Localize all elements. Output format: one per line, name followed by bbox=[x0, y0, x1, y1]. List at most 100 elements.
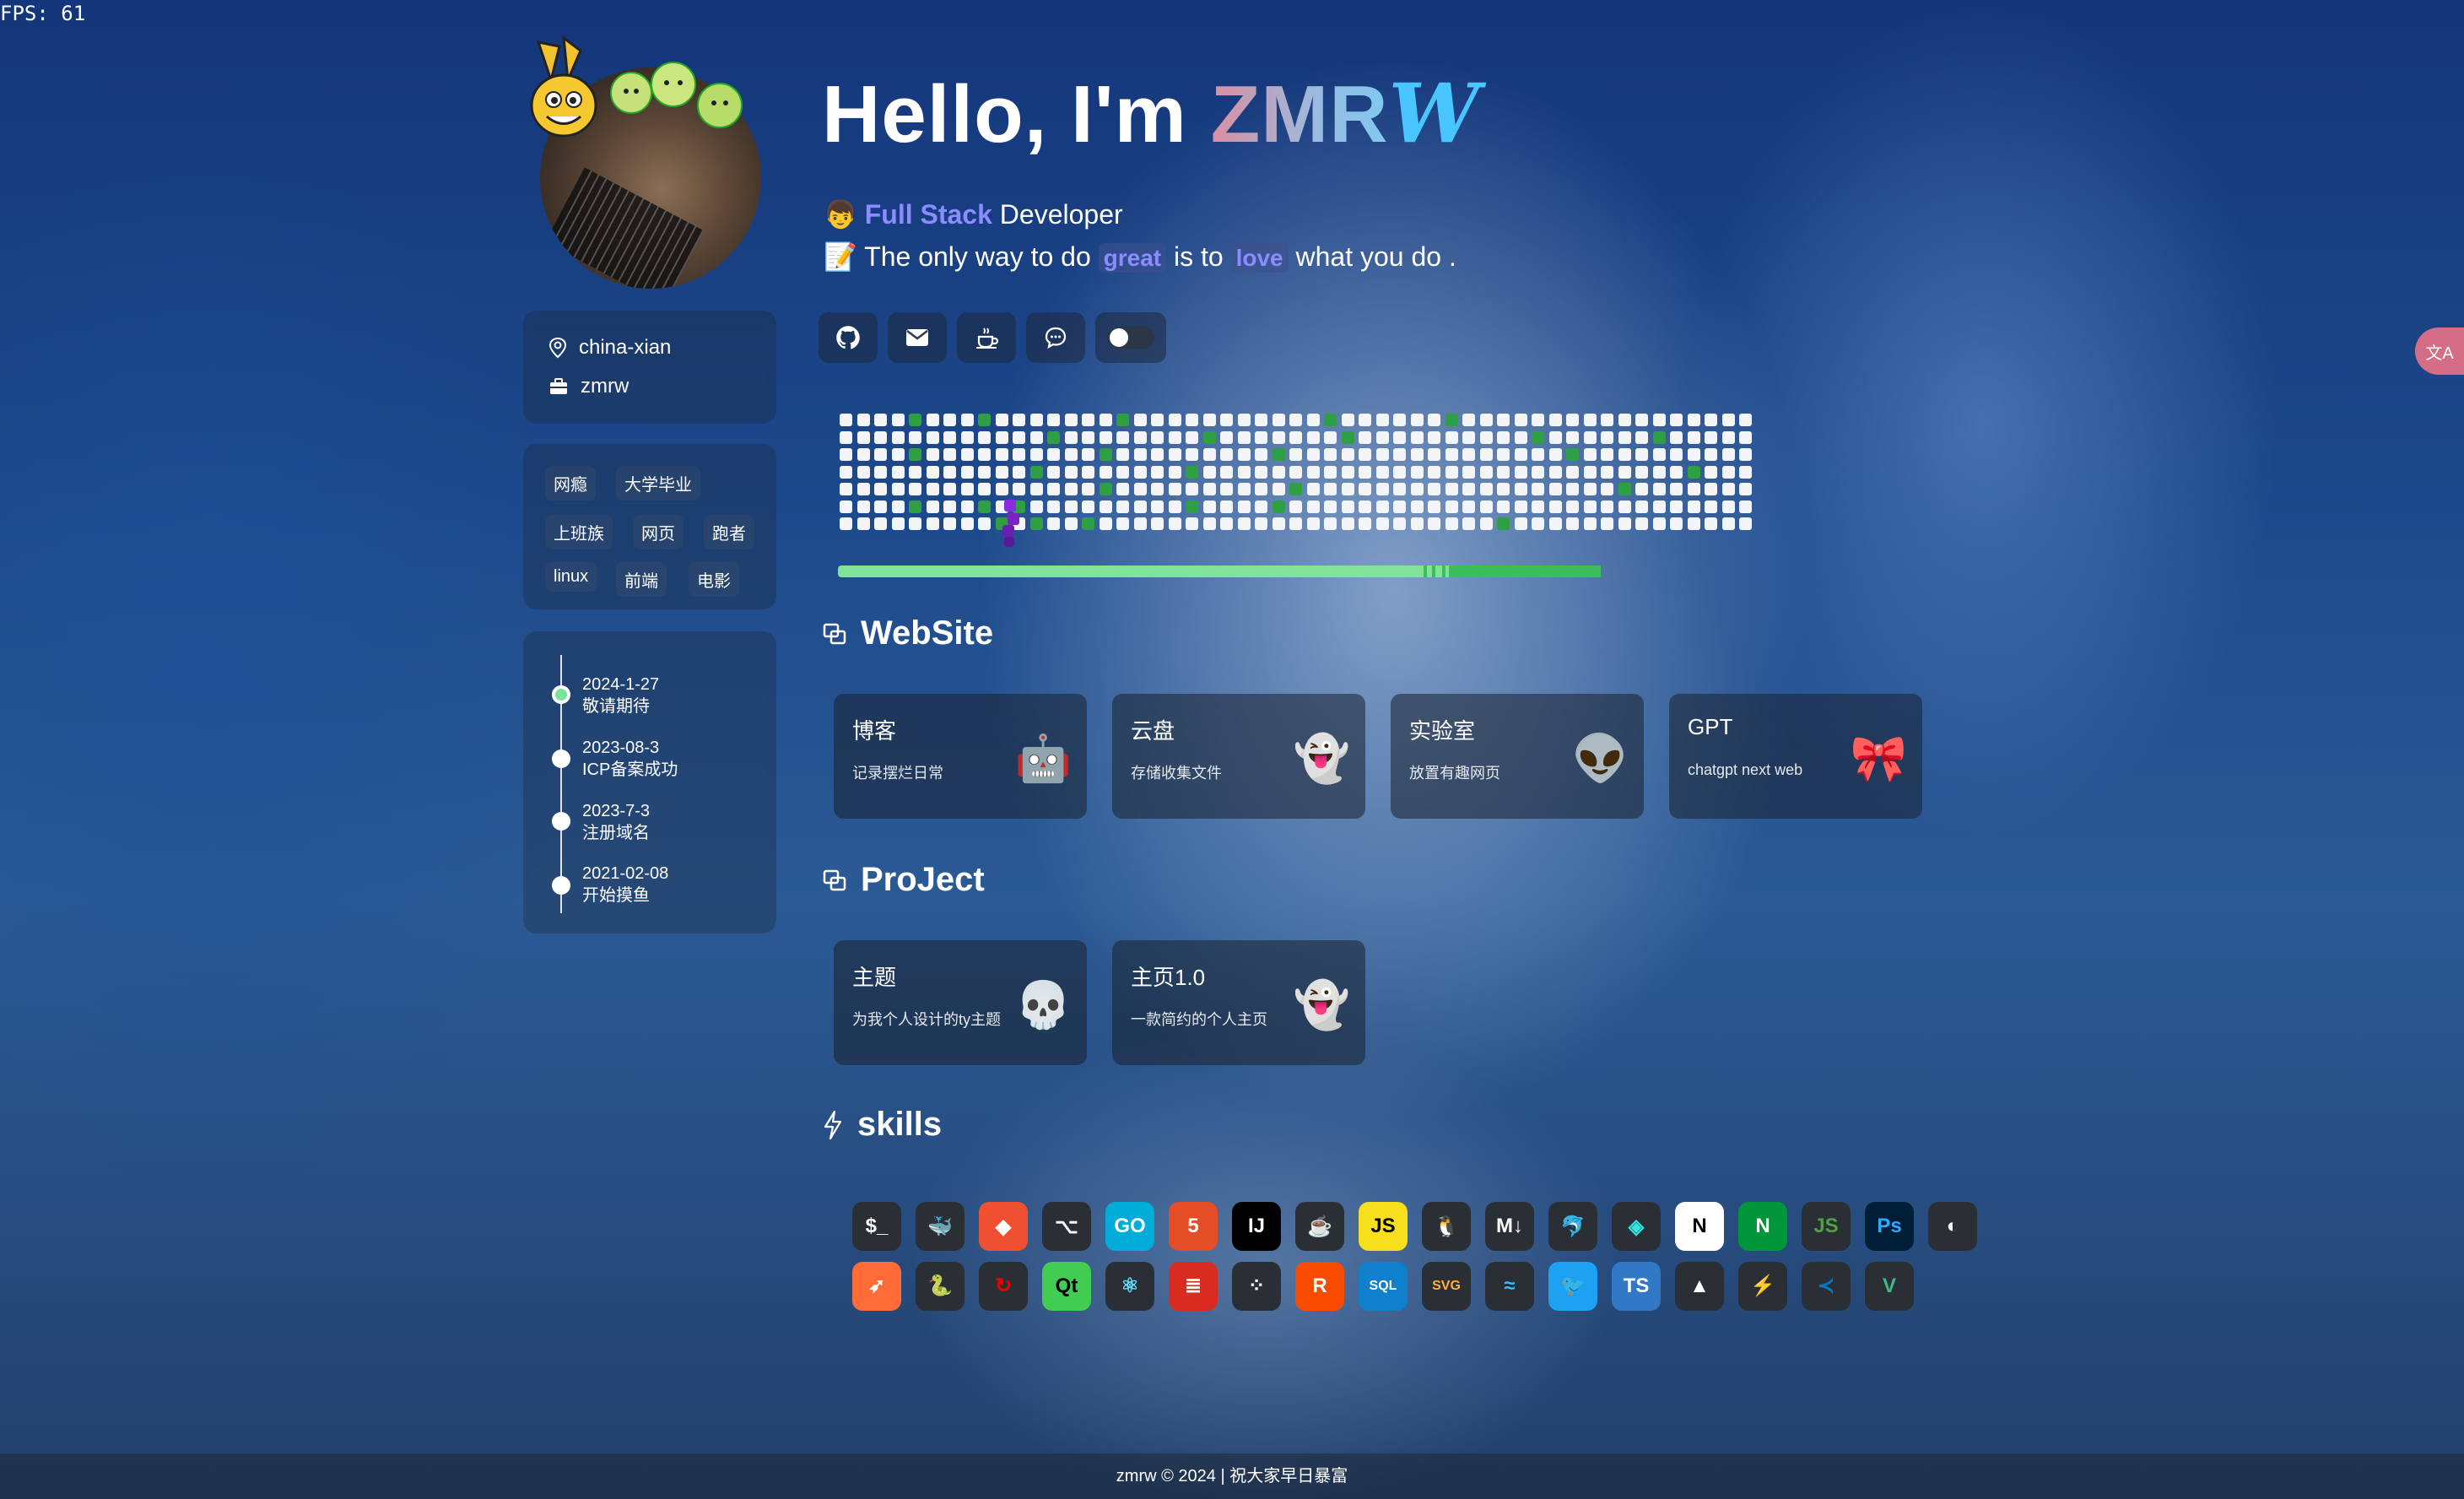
contribution-cell bbox=[1255, 517, 1267, 530]
contribution-cell bbox=[856, 465, 870, 479]
contribution-cell bbox=[995, 448, 1008, 461]
contribution-cell bbox=[874, 517, 887, 530]
timeline-item: 2021-02-08 开始摸鱼 bbox=[582, 863, 668, 906]
contribution-cell bbox=[1445, 414, 1458, 426]
contribution-cell bbox=[926, 500, 939, 513]
contribution-cell bbox=[1497, 465, 1510, 479]
location-row: china-xian bbox=[548, 336, 671, 360]
contribution-cell bbox=[840, 414, 852, 426]
contribution-cell bbox=[1497, 448, 1510, 461]
contribution-cell bbox=[1202, 414, 1216, 426]
timeline-date: 2024-1-27 bbox=[582, 675, 660, 694]
contribution-cell bbox=[1168, 517, 1181, 530]
contribution-cell bbox=[1687, 430, 1700, 444]
contribution-cell bbox=[1410, 483, 1424, 495]
contribution-cell bbox=[1099, 517, 1112, 530]
timeline-text: 开始摸鱼 bbox=[582, 886, 650, 905]
contribution-cell bbox=[1635, 500, 1648, 513]
contribution-cell bbox=[1359, 483, 1371, 495]
contribution-cell bbox=[1566, 448, 1579, 461]
contribution-cell bbox=[1324, 465, 1337, 479]
redhat-icon: ↻ bbox=[979, 1261, 1028, 1311]
contribution-cell bbox=[1064, 448, 1078, 461]
contribution-cell bbox=[1341, 414, 1354, 426]
chat-button[interactable] bbox=[1026, 312, 1085, 363]
contribution-cell bbox=[1635, 517, 1648, 530]
contribution-cell bbox=[1272, 483, 1285, 495]
contribution-cell bbox=[978, 483, 991, 495]
contribution-cell bbox=[1652, 500, 1666, 513]
contribution-cell bbox=[1532, 465, 1544, 479]
contribution-cell bbox=[1013, 414, 1025, 426]
card-title: 主题 bbox=[852, 965, 897, 990]
contribution-cell bbox=[1583, 430, 1597, 444]
tag: 大学毕业 bbox=[616, 466, 700, 501]
contribution-cell bbox=[1635, 448, 1648, 461]
contribution-cell bbox=[1116, 465, 1129, 479]
contribution-cell bbox=[1739, 517, 1752, 530]
timeline-date: 2021-02-08 bbox=[582, 864, 669, 883]
ts-icon: TS bbox=[1612, 1261, 1661, 1311]
contribution-cell bbox=[1583, 448, 1597, 461]
contribution-cell bbox=[1255, 465, 1267, 479]
contribution-cell bbox=[1393, 500, 1406, 513]
contribution-cell bbox=[1497, 517, 1510, 530]
contribution-cell bbox=[1479, 517, 1493, 530]
tags-card: 网瘾 大学毕业 上班族 网页 跑者 linux 前端 电影 bbox=[523, 444, 776, 609]
contribution-cell bbox=[1445, 448, 1458, 461]
project-card-theme[interactable]: 主题 为我个人设计的ty主题 💀 bbox=[834, 940, 1087, 1065]
contribution-cell bbox=[1687, 465, 1700, 479]
website-card-gpt[interactable]: GPT chatgpt next web 🎀 bbox=[1669, 694, 1922, 819]
quote-highlight-great: great bbox=[1098, 243, 1167, 273]
contribution-cell bbox=[1272, 430, 1285, 444]
timeline-date: 2023-7-3 bbox=[582, 802, 651, 820]
project-section-title: ProJect bbox=[822, 861, 985, 899]
react-icon: ⚛ bbox=[1105, 1261, 1154, 1311]
postman-icon: ➶ bbox=[852, 1261, 901, 1311]
contribution-cell bbox=[891, 465, 905, 479]
mail-button[interactable] bbox=[888, 312, 947, 363]
username-row: zmrw bbox=[548, 375, 629, 398]
contribution-cell bbox=[1410, 430, 1424, 444]
idea-icon: IJ bbox=[1232, 1202, 1281, 1251]
github-button[interactable] bbox=[819, 312, 878, 363]
website-title-text: WebSite bbox=[861, 614, 994, 652]
website-card-cloud[interactable]: 云盘 存储收集文件 👻 bbox=[1112, 694, 1365, 819]
contribution-cell bbox=[1532, 448, 1544, 461]
contribution-cell bbox=[856, 414, 870, 426]
hero-title: Hello, I'm ZMRW bbox=[822, 66, 1480, 161]
contribution-cell bbox=[1341, 517, 1354, 530]
tag: 电影 bbox=[689, 562, 739, 597]
website-card-blog[interactable]: 博客 记录摆烂日常 🤖 bbox=[834, 694, 1087, 819]
github-icon: ⌥ bbox=[1042, 1202, 1091, 1251]
contribution-cell bbox=[1151, 430, 1164, 444]
contribution-cell bbox=[1255, 414, 1267, 426]
contribution-cell bbox=[1635, 430, 1648, 444]
docker-icon: 🐳 bbox=[916, 1202, 965, 1251]
contribution-cell bbox=[1583, 465, 1597, 479]
python-icon: 🐍 bbox=[916, 1261, 965, 1311]
contribution-cell bbox=[1202, 517, 1216, 530]
contribution-cell bbox=[1341, 500, 1354, 513]
translate-button[interactable]: 文A bbox=[2415, 327, 2464, 375]
contribution-cell bbox=[891, 430, 905, 444]
contribution-cell bbox=[960, 414, 974, 426]
tag: 上班族 bbox=[545, 515, 613, 549]
contribution-cell bbox=[1635, 414, 1648, 426]
contribution-cell bbox=[1237, 465, 1251, 479]
contribution-cell bbox=[1393, 430, 1406, 444]
contribution-cell bbox=[1324, 414, 1337, 426]
contribution-cell bbox=[840, 500, 852, 513]
project-card-homepage[interactable]: 主页1.0 一款简约的个人主页 👻 bbox=[1112, 940, 1365, 1065]
contribution-cell bbox=[1375, 465, 1389, 479]
theme-toggle[interactable] bbox=[1095, 312, 1166, 363]
contribution-cell bbox=[1324, 483, 1337, 495]
contribution-cell bbox=[1289, 465, 1302, 479]
contribution-cell bbox=[1705, 500, 1717, 513]
website-card-lab[interactable]: 实验室 放置有趣网页 👽 bbox=[1391, 694, 1644, 819]
alien-icon: 👽 bbox=[1571, 733, 1629, 784]
contribution-cell bbox=[1029, 517, 1043, 530]
footer-text: zmrw © 2024 | 祝大家早日暴富 bbox=[1116, 1467, 1348, 1485]
contribution-cell bbox=[960, 500, 974, 513]
coffee-button[interactable] bbox=[957, 312, 1016, 363]
